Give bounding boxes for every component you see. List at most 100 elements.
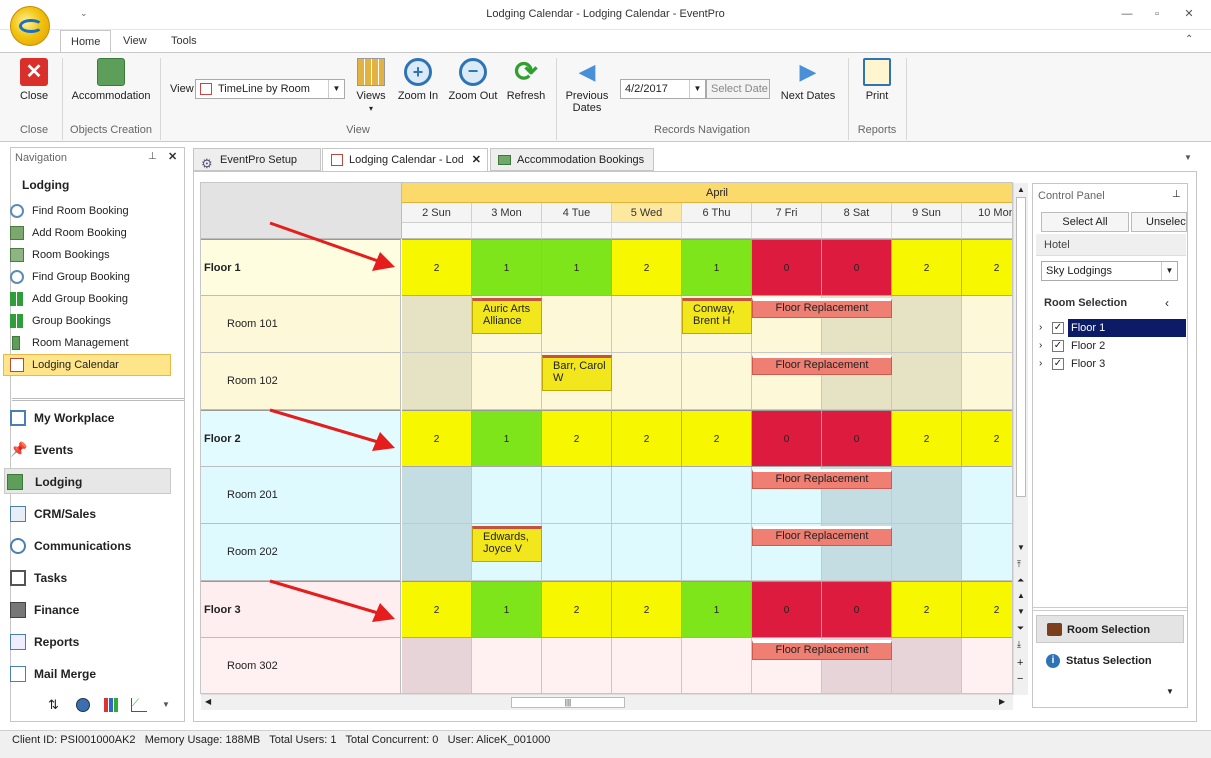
zoom-in-button[interactable]: + Zoom In <box>396 58 440 102</box>
status-selection-pane-button[interactable]: i Status Selection <box>1036 647 1184 675</box>
module-my-workplace[interactable]: My Workplace <box>8 405 172 431</box>
views-button[interactable]: Views ▾ <box>352 58 390 114</box>
view-select[interactable]: TimeLine by Room ▼ <box>195 79 345 99</box>
day-header[interactable]: 10 Mon <box>962 203 1012 223</box>
availability-count[interactable]: 0 <box>822 410 892 467</box>
room-day-cell[interactable] <box>402 296 472 353</box>
close-window-icon[interactable]: ✕ <box>1180 6 1198 22</box>
room-day-cell[interactable] <box>542 638 612 693</box>
availability-count[interactable]: 2 <box>612 239 682 296</box>
close-button[interactable]: ✕ Close <box>12 58 56 102</box>
room-day-cell[interactable] <box>682 467 752 524</box>
booking-floor-replacement[interactable]: Floor Replacement <box>752 526 892 546</box>
module-events[interactable]: 📌 Events <box>8 437 172 463</box>
day-header[interactable]: 2 Sun <box>402 203 472 223</box>
doc-tab-lodging-calendar[interactable]: Lodging Calendar - Lodging Calendar ✕ <box>322 148 488 172</box>
line-chart-icon[interactable]: ⟋ <box>131 698 147 712</box>
room-day-cell[interactable] <box>612 467 682 524</box>
doc-tab-accommodation-bookings[interactable]: Accommodation Bookings <box>490 148 654 171</box>
room-day-cell[interactable] <box>962 353 1012 410</box>
room-day-cell[interactable] <box>402 524 472 581</box>
availability-count[interactable]: 2 <box>612 581 682 638</box>
availability-count[interactable]: 1 <box>472 581 542 638</box>
booking-floor-replacement[interactable]: Floor Replacement <box>752 355 892 375</box>
tree-floor-2[interactable]: › ✓ Floor 2 <box>1036 337 1181 355</box>
prev-record-icon[interactable]: ▲ <box>1017 591 1025 600</box>
room-day-cell[interactable] <box>472 353 542 410</box>
day-header[interactable]: 5 Wed <box>612 203 682 223</box>
checkbox-floor-1[interactable]: ✓ <box>1052 322 1064 334</box>
room-day-cell[interactable] <box>542 296 612 353</box>
close-nav-icon[interactable]: ✕ <box>168 150 177 163</box>
select-all-button[interactable]: Select All <box>1041 212 1129 232</box>
tab-list-dropdown-icon[interactable]: ▼ <box>1184 153 1192 162</box>
nav-item-lodging-calendar[interactable]: Lodging Calendar <box>3 354 171 376</box>
prev-page-icon[interactable]: ⏶ <box>1017 575 1024 586</box>
module-reports[interactable]: Reports <box>8 629 172 655</box>
hotel-select[interactable]: Sky Lodgings ▼ <box>1041 261 1178 281</box>
availability-count[interactable]: 2 <box>542 581 612 638</box>
availability-count[interactable]: 0 <box>752 410 822 467</box>
room-day-cell[interactable] <box>892 467 962 524</box>
availability-count[interactable]: 2 <box>962 581 1012 638</box>
remove-record-icon[interactable]: − <box>1017 673 1023 685</box>
scroll-thumb[interactable] <box>1016 197 1026 497</box>
room-day-cell[interactable] <box>612 638 682 693</box>
bar-chart-icon[interactable] <box>104 698 118 712</box>
room-day-cell[interactable] <box>962 467 1012 524</box>
pane-options-icon[interactable]: ▼ <box>1166 687 1174 696</box>
booking-floor-replacement[interactable]: Floor Replacement <box>752 469 892 489</box>
room-day-cell[interactable] <box>542 524 612 581</box>
horizontal-scrollbar[interactable]: ◀ ||| ▶ <box>201 694 1013 710</box>
tab-tools[interactable]: Tools <box>161 30 207 52</box>
day-header[interactable]: 8 Sat <box>822 203 892 223</box>
room-day-cell[interactable] <box>472 467 542 524</box>
collapse-room-selection-icon[interactable]: ‹ <box>1165 296 1169 310</box>
day-header[interactable]: 7 Fri <box>752 203 822 223</box>
room-day-cell[interactable] <box>962 638 1012 693</box>
globe-icon[interactable] <box>76 698 90 712</box>
availability-count[interactable]: 2 <box>962 239 1012 296</box>
h-scroll-thumb[interactable]: ||| <box>511 697 625 708</box>
room-day-cell[interactable] <box>962 296 1012 353</box>
room-day-cell[interactable] <box>612 524 682 581</box>
nav-item-group-bookings[interactable]: Group Bookings <box>8 311 175 331</box>
expand-icon[interactable]: › <box>1039 355 1042 373</box>
availability-count[interactable]: 2 <box>402 239 472 296</box>
room-day-cell[interactable] <box>402 638 472 693</box>
room-day-cell[interactable] <box>892 353 962 410</box>
room-selection-pane-button[interactable]: Room Selection <box>1036 615 1184 643</box>
minimize-icon[interactable]: — <box>1118 6 1136 22</box>
booking-floor-replacement[interactable]: Floor Replacement <box>752 640 892 660</box>
availability-count[interactable]: 2 <box>892 581 962 638</box>
expand-icon[interactable]: › <box>1039 319 1042 337</box>
tab-home[interactable]: Home <box>60 30 112 53</box>
panel-splitter[interactable] <box>1033 607 1187 611</box>
nav-item-room-management[interactable]: Room Management <box>8 333 175 353</box>
availability-count[interactable]: 1 <box>682 581 752 638</box>
next-dates-button[interactable]: ▶ Next Dates <box>776 58 840 102</box>
room-day-cell[interactable] <box>892 524 962 581</box>
room-day-cell[interactable] <box>962 524 1012 581</box>
availability-count[interactable]: 2 <box>612 410 682 467</box>
booking-barr-carol[interactable]: Barr, Carol W <box>542 355 612 391</box>
nav-item-add-room-booking[interactable]: Add Room Booking <box>8 223 175 243</box>
booking-auric-arts-alliance[interactable]: Auric Arts Alliance <box>472 298 542 334</box>
booking-edwards-joyce[interactable]: Edwards, Joyce V <box>472 526 542 562</box>
booking-floor-replacement[interactable]: Floor Replacement <box>752 298 892 318</box>
doc-tab-eventpro-setup[interactable]: ⚙ EventPro Setup <box>193 148 321 171</box>
date-input[interactable]: 4/2/2017 ▼ <box>620 79 706 99</box>
availability-count[interactable]: 2 <box>962 410 1012 467</box>
refresh-button[interactable]: ⟳ Refresh <box>504 58 548 103</box>
room-day-cell[interactable] <box>612 296 682 353</box>
availability-count[interactable]: 2 <box>542 410 612 467</box>
zoom-out-button[interactable]: − Zoom Out <box>446 58 500 102</box>
availability-count[interactable]: 2 <box>402 410 472 467</box>
room-day-cell[interactable] <box>682 353 752 410</box>
vertical-scrollbar[interactable]: ▲ ▼ ⤒ ⏶ ▲ ▼ ⏷ ⤓ + − <box>1013 183 1028 695</box>
checkbox-floor-2[interactable]: ✓ <box>1052 340 1064 352</box>
scroll-right-icon[interactable]: ▶ <box>999 697 1005 706</box>
scroll-down-icon[interactable]: ▼ <box>1017 543 1025 552</box>
availability-count[interactable]: 2 <box>682 410 752 467</box>
room-day-cell[interactable] <box>682 524 752 581</box>
